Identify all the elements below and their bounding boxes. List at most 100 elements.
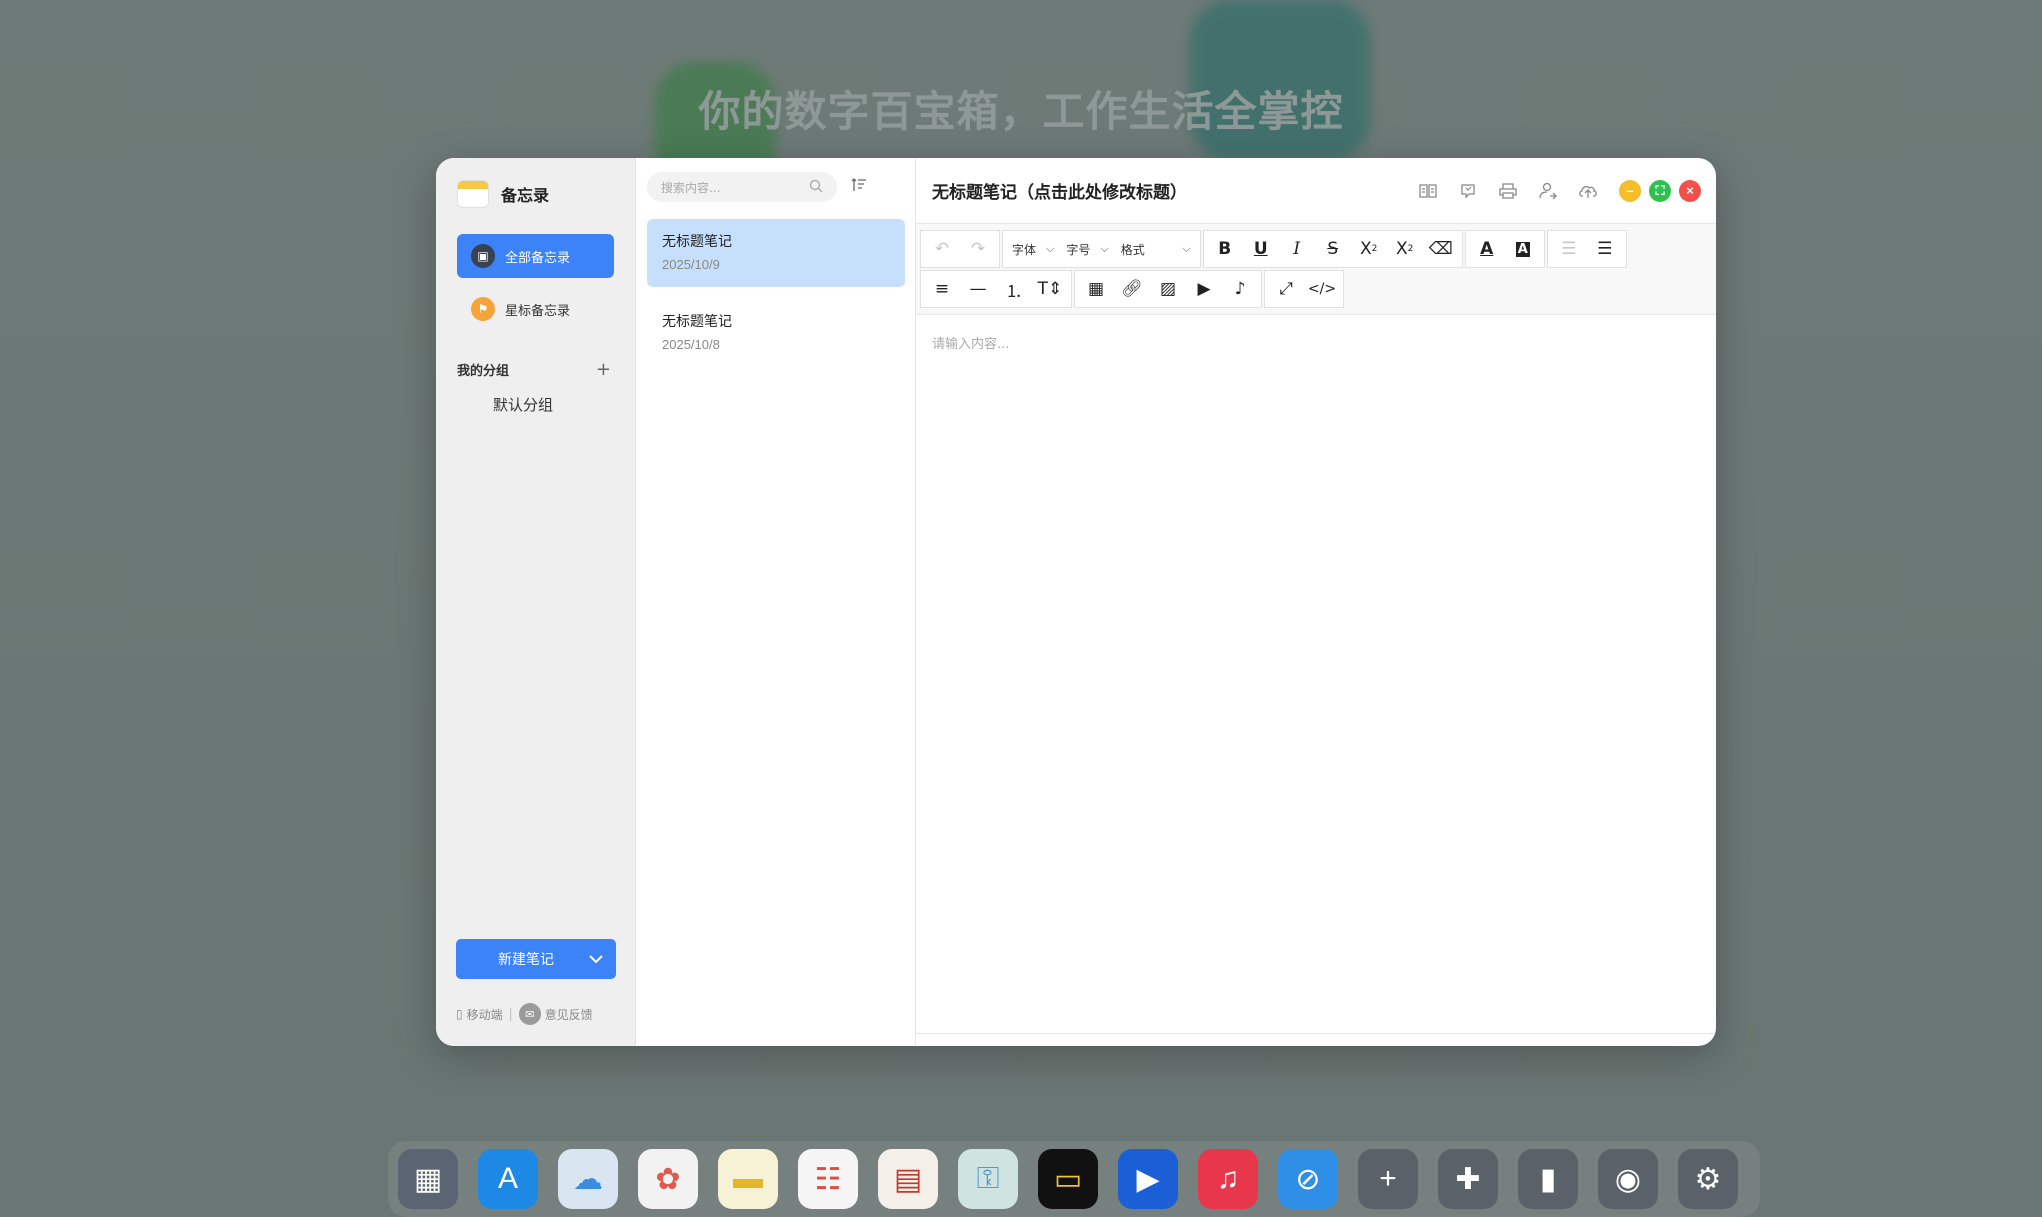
chevron-down-icon: ⌵ [1182,242,1191,255]
editor-content[interactable]: 请输入内容... [916,315,1716,1046]
sidebar-item-label: 星标备忘录 [505,303,571,319]
notes-icon[interactable]: ▬ [718,1149,778,1209]
list-item[interactable]: 无标题笔记 2025/10/9 [647,219,905,287]
undo-icon[interactable]: ↶ [924,231,960,267]
photos-icon[interactable]: ✿ [638,1149,698,1209]
music-icon[interactable]: ♫ [1198,1149,1258,1209]
window-controls: – ⛶ × [1619,179,1701,202]
groups-title: 我的分组 [457,364,510,379]
search-icon [809,179,823,196]
system-settings-icon[interactable]: ⚙ [1678,1149,1738,1209]
eraser-icon[interactable]: ⌫ [1423,231,1459,267]
image-icon[interactable]: ▨ [1150,271,1186,307]
app-title: 备忘录 [501,186,550,205]
cloud-upload-icon[interactable] [1577,180,1599,202]
chevron-down-icon[interactable] [576,939,616,979]
superscript-icon[interactable]: X2 [1387,231,1423,267]
print-icon[interactable] [1497,180,1519,202]
redo-icon[interactable]: ↷ [960,231,996,267]
toolbar-row-2: ≡ — ⒈ T⇕ ▦ 🔗︎ ▨ ▶ ♪ ⤢ </> [920,270,1712,308]
indent-icon[interactable]: ☰ [1587,231,1623,267]
underline-icon[interactable]: U [1243,231,1279,267]
notes-window: 备忘录 ▣ 全部备忘录 ⚑ 星标备忘录 我的分组 + 默认分组 新建笔记 ▯ 移… [436,158,1716,1046]
flag-icon: ⚑ [471,297,495,321]
note-date: 2025/10/9 [662,257,720,272]
note-title: 无标题笔记 [662,234,732,250]
link-icon[interactable]: 🔗︎ [1114,271,1150,307]
history-group: ↶ ↷ [920,230,1000,268]
dock: ▦ A ☁ ✿ ▬ ☷ ▤ ⚿ ▭ ▶ ♫ ⊘ + ✚ ▮ ◉ ⚙ [388,1141,1760,1217]
align-left-icon[interactable]: ≡ [924,271,960,307]
close-icon[interactable]: × [1679,179,1701,202]
code-icon[interactable]: </> [1304,271,1340,307]
fullscreen-icon[interactable]: ⤢ [1268,271,1304,307]
archive-icon: ▣ [471,244,495,268]
mobile-link[interactable]: 移动端 [467,1006,503,1023]
video-player-icon[interactable]: ▶ [1118,1149,1178,1209]
editor-actions [1417,180,1599,202]
wallet-icon[interactable]: ▭ [1038,1149,1098,1209]
brush-icon[interactable]: ▮ [1518,1149,1578,1209]
font-size-select[interactable]: 字号 ⌵ [1060,231,1114,267]
calculator-icon[interactable]: + [1358,1149,1418,1209]
bold-icon[interactable]: B [1207,231,1243,267]
disk-utility-icon[interactable]: ◉ [1598,1149,1658,1209]
feedback-link[interactable]: 意见反馈 [545,1006,593,1023]
book-icon[interactable] [1417,180,1439,202]
background-headline: 你的数字百宝箱，工作生活全掌控 [698,87,1344,136]
search-row: 搜索内容... [636,158,915,202]
size-select-value: 字号 [1066,242,1091,257]
editor-panel: 无标题笔记（点击此处修改标题） – ⛶ × ↶ ↷ 字体 ⌵ 字号 ⌵ 格式 ⌵… [916,158,1716,1046]
horizontal-scrollbar[interactable] [916,1033,1716,1034]
color-group: A A [1464,230,1545,268]
sidebar-item-label: 全部备忘录 [505,250,571,266]
search-placeholder: 搜索内容... [661,180,721,195]
font-color-icon[interactable]: A [1469,231,1505,267]
paragraph-group: ≡ — ⒈ T⇕ [920,270,1072,308]
font-family-select[interactable]: 字体 ⌵ [1006,231,1060,267]
subscript-icon[interactable]: X2 [1351,231,1387,267]
editor-placeholder: 请输入内容... [932,337,1010,352]
reminders-icon[interactable]: ☷ [798,1149,858,1209]
strikethrough-icon[interactable]: S [1315,231,1351,267]
sidebar: 备忘录 ▣ 全部备忘录 ⚑ 星标备忘录 我的分组 + 默认分组 新建笔记 ▯ 移… [436,158,636,1046]
indent-group: ☰ ☰ [1546,230,1627,268]
audio-icon[interactable]: ♪ [1222,271,1258,307]
divider-icon[interactable]: — [960,271,996,307]
group-item-default[interactable]: 默认分组 [493,394,635,415]
mobile-icon: ▯ [456,1007,463,1021]
footer-separator: | [508,1007,513,1021]
sidebar-item-all-notes[interactable]: ▣ 全部备忘录 [457,234,614,278]
icloud-icon[interactable]: ☁ [558,1149,618,1209]
share-user-icon[interactable] [1537,180,1559,202]
new-note-label[interactable]: 新建笔记 [456,939,576,979]
app-store-icon[interactable]: A [478,1149,538,1209]
safari-icon[interactable]: ⊘ [1278,1149,1338,1209]
search-input[interactable]: 搜索内容... [647,172,837,202]
table-icon[interactable]: ▦ [1078,271,1114,307]
italic-icon[interactable]: I [1279,231,1315,267]
minimize-icon[interactable]: – [1619,179,1641,202]
plugins-icon[interactable]: ✚ [1438,1149,1498,1209]
font-select-value: 字体 [1012,242,1037,257]
format-select[interactable]: 格式 ⌵ [1115,231,1197,267]
video-icon[interactable]: ▶ [1186,271,1222,307]
maximize-icon[interactable]: ⛶ [1649,179,1671,202]
background-color-icon[interactable]: A [1505,231,1541,267]
note-title-field[interactable]: 无标题笔记（点击此处修改标题） [932,178,1417,203]
text-style-group: B U I S X2 X2 ⌫ [1202,230,1463,268]
add-group-button[interactable]: + [596,359,611,380]
line-height-icon[interactable]: T⇕ [1032,271,1068,307]
outdent-icon[interactable]: ☰ [1551,231,1587,267]
ordered-list-icon[interactable]: ⒈ [996,271,1032,307]
sort-icon[interactable] [851,177,867,198]
notes-list-panel: 搜索内容... 无标题笔记 2025/10/9 无标题笔记 2025/10/8 [636,158,916,1046]
keychain-icon[interactable]: ⚿ [958,1149,1018,1209]
list-item[interactable]: 无标题笔记 2025/10/8 [647,299,905,367]
chevron-down-icon: ⌵ [1046,242,1055,255]
launchpad-icon[interactable]: ▦ [398,1149,458,1209]
bookmark-icon[interactable] [1457,180,1479,202]
calendar-icon[interactable]: ▤ [878,1149,938,1209]
notes-app-icon [457,180,489,208]
sidebar-item-starred-notes[interactable]: ⚑ 星标备忘录 [457,287,614,331]
